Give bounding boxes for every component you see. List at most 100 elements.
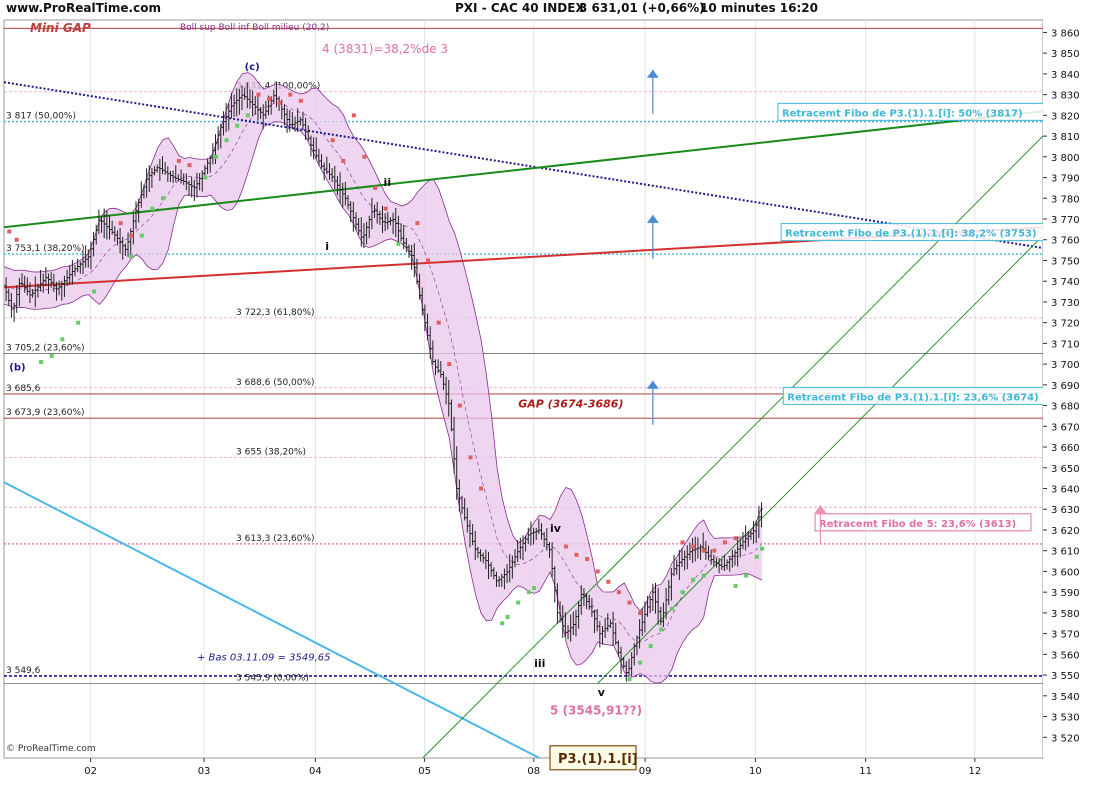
fibo-line-label: 3 705,2 (23,60%) [6, 343, 85, 353]
fibo-line-label: 3 613,3 (23,60%) [236, 534, 315, 544]
price-tick-label: 3 860 [1051, 28, 1080, 39]
time-tick-label: 05 [418, 766, 431, 777]
price-tick-label: 3 570 [1051, 630, 1080, 641]
sar-dot-down [595, 569, 600, 574]
chart-header: www.ProRealTime.com PXI - CAC 40 INDEX 3… [0, 0, 1100, 18]
price-tick-label: 3 830 [1051, 91, 1080, 102]
legend-bollinger: Boll sup Boll inf Boll milieu (20,2) [180, 23, 329, 33]
chart-annotation: + Bas 03.11.09 = 3549,65 [197, 653, 331, 664]
fibo-line-label: 3 549,6 [6, 666, 41, 676]
sar-dot-up [754, 554, 759, 559]
time-tick-label: 09 [639, 766, 652, 777]
sar-dot-down [691, 544, 696, 549]
time-axis: 02 03 04 05 08 09 10 11 12 [84, 758, 981, 777]
price-tick-label: 3 840 [1051, 70, 1080, 81]
sar-dot-up [92, 289, 97, 294]
price-tick-label: 3 550 [1051, 671, 1080, 682]
sar-dot-down [129, 233, 134, 238]
sar-dot-up [150, 206, 155, 211]
price-tick-label: 3 820 [1051, 111, 1080, 122]
sar-dot-up [76, 320, 81, 325]
price-tick-label: 3 620 [1051, 526, 1080, 537]
sar-dot-down [256, 92, 261, 97]
price-tick-label: 3 590 [1051, 588, 1080, 599]
sar-dot-up [516, 600, 521, 605]
fibo-box-label: Retracemt Fibo de P3.(1).1.[i]: 38,2% (3… [785, 229, 1036, 240]
site-name: www.ProRealTime.com [6, 1, 161, 15]
sar-dot-up [129, 254, 134, 259]
sar-dot-down [447, 362, 452, 367]
price-tick-label: 3 760 [1051, 236, 1080, 247]
sar-dot-down [606, 579, 611, 584]
sar-dot-up [680, 590, 685, 595]
sar-dot-down [351, 113, 356, 118]
sar-dot-down [436, 320, 441, 325]
fibo-line-label: 3 545,9 (0,00%) [236, 674, 309, 684]
sar-dot-up [161, 196, 166, 201]
sar-dot-down [457, 403, 462, 408]
price-tick-label: 3 810 [1051, 132, 1080, 143]
price-tick-label: 3 850 [1051, 49, 1080, 60]
price-change: 3 631,01 (+0,66%) [579, 1, 705, 15]
chart-annotation: ii [384, 176, 392, 189]
sar-dot-down [187, 163, 192, 168]
price-tick-label: 3 680 [1051, 402, 1080, 413]
sar-dot-up [214, 154, 219, 159]
sar-dot-up [396, 241, 401, 246]
sar-dot-down [574, 552, 579, 557]
fibo-box-label: Retracemt Fibo de P3.(1).1.[i]: 50% (381… [782, 108, 1023, 119]
sar-dot-up [49, 353, 54, 358]
time-tick-label: 10 [749, 766, 762, 777]
fibo-line-label: 3 753,1 (38,20%) [6, 244, 85, 254]
sar-dot-down [14, 237, 19, 242]
price-tick-label: 3 660 [1051, 443, 1080, 454]
sar-dot-down [479, 486, 484, 491]
price-tick-label: 3 520 [1051, 733, 1080, 744]
sar-dot-down [468, 455, 473, 460]
chart-annotation: 5 (3545,91??) [550, 703, 642, 717]
legend-mini-gap: Mini GAP [30, 21, 91, 35]
sar-dot-down [585, 556, 590, 561]
fibo-box-label: Retracemt Fibo de P3.(1).1.[i]: 23,6% (3… [787, 392, 1038, 403]
chart-annotation: GAP (3674-3686) [518, 398, 623, 411]
sar-dot-down [712, 548, 717, 553]
sar-dot-down [616, 590, 621, 595]
sar-dot-down [288, 92, 293, 97]
price-tick-label: 3 780 [1051, 194, 1080, 205]
sar-dot-up [701, 573, 706, 578]
sar-dot-down [118, 221, 123, 226]
price-tick-label: 3 790 [1051, 174, 1080, 185]
sar-dot-down [267, 96, 272, 101]
price-axis: 3 520 3 530 3 540 3 550 3 560 3 570 3 580 3 590… [1043, 20, 1100, 758]
price-tick-label: 3 770 [1051, 215, 1080, 226]
sar-dot-up [505, 615, 510, 620]
sar-dot-down [277, 100, 282, 105]
sar-dot-down [627, 600, 632, 605]
timeframe: 10 minutes 16:20 [700, 1, 818, 15]
price-chart[interactable]: 3 817 (50,00%) 3 753,1 (38,20%) 3 722,3 (6… [0, 18, 1100, 800]
sar-dot-down [722, 540, 727, 545]
chart-annotation: (b) [9, 362, 25, 373]
sar-dot-down [415, 221, 420, 226]
fibo-box-label: Retracemt Fibo de 5: 23,6% (3613) [819, 519, 1016, 530]
sar-dot-up [659, 627, 664, 632]
copyright: © ProRealTime.com [6, 744, 96, 754]
sar-dot-down [680, 540, 685, 545]
sar-dot-down [638, 610, 643, 615]
sar-dot-up [203, 175, 208, 180]
price-tick-label: 3 630 [1051, 505, 1080, 516]
sar-dot-down [362, 154, 367, 159]
price-tick-label: 3 750 [1051, 256, 1080, 267]
sar-dot-up [733, 583, 738, 588]
time-tick-label: 08 [527, 766, 540, 777]
sar-dot-down [383, 206, 388, 211]
price-tick-label: 3 610 [1051, 547, 1080, 558]
time-tick-label: 11 [859, 766, 872, 777]
sar-dot-up [532, 586, 537, 591]
chart-annotation: i [325, 240, 329, 253]
sar-dot-up [500, 621, 505, 626]
sar-dot-down [426, 258, 431, 263]
price-tick-label: 3 640 [1051, 485, 1080, 496]
sar-dot-up [224, 138, 229, 143]
fibo-line-label: 3 673,9 (23,60%) [6, 408, 85, 418]
